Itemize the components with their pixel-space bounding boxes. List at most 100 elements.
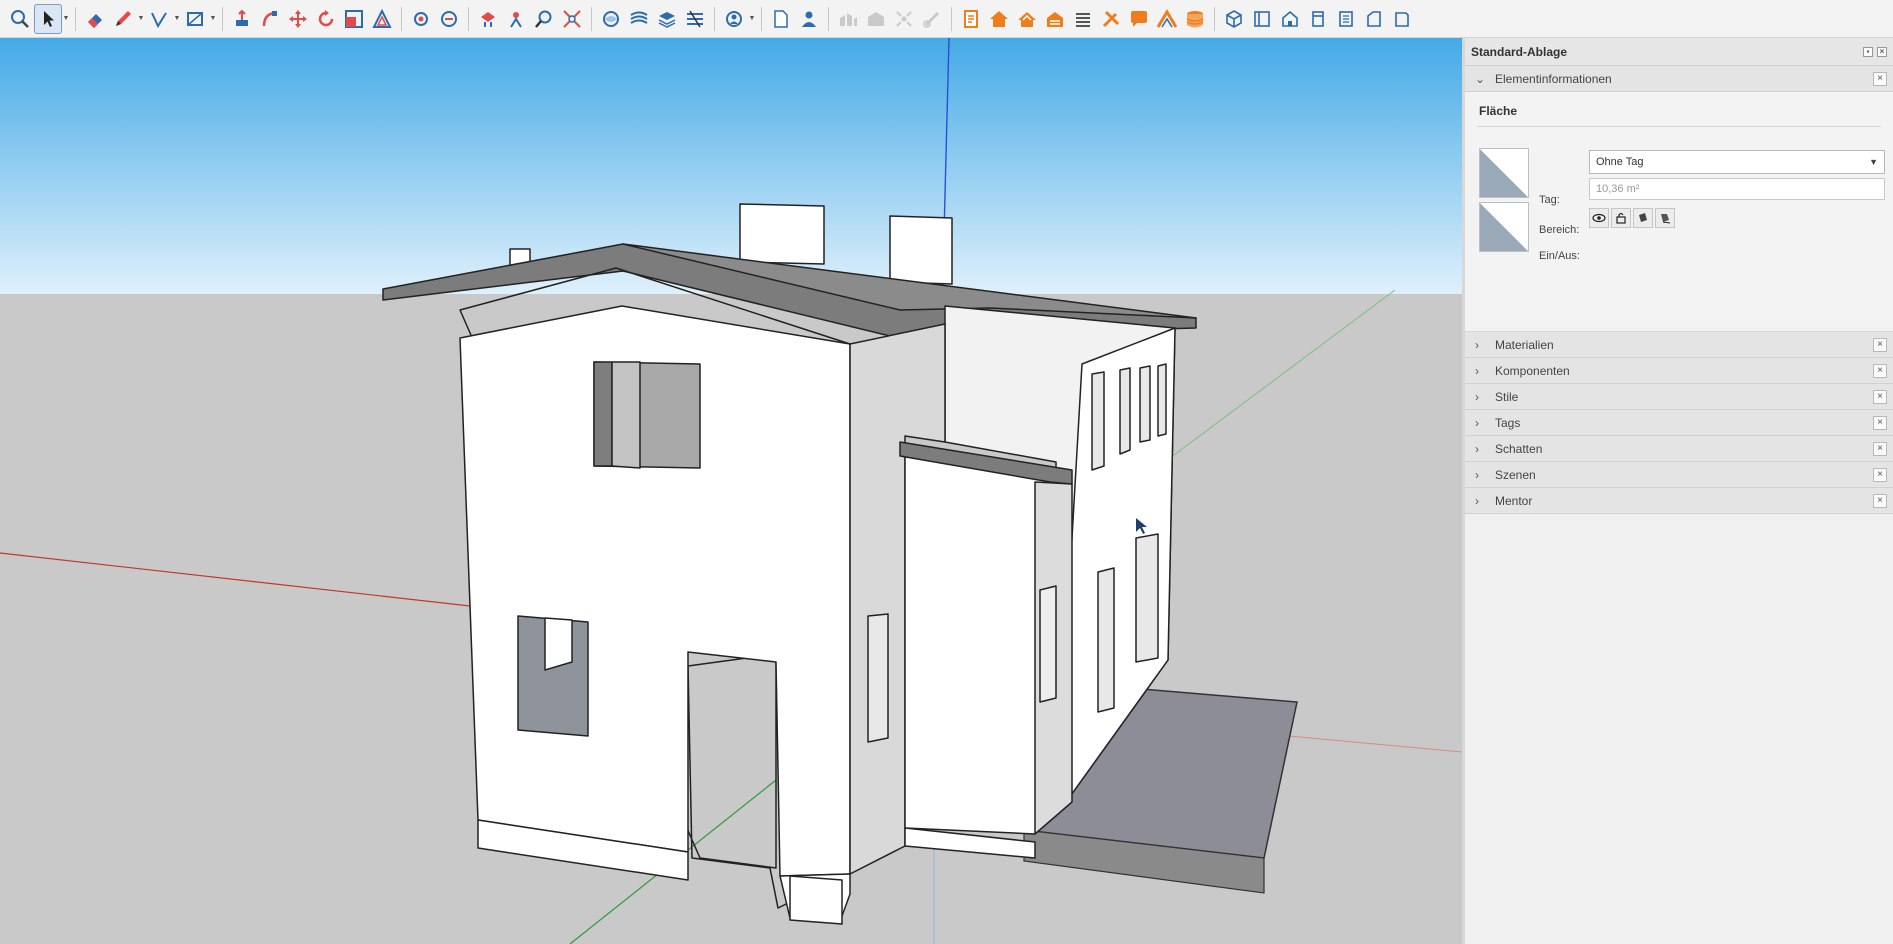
- drape-icon[interactable]: [681, 4, 709, 34]
- push-pull-icon[interactable]: [228, 4, 256, 34]
- area-field: 10,36 m²: [1589, 178, 1885, 200]
- toolbar-divider: [468, 6, 469, 31]
- tray-title-controls: ▪ ×: [1863, 46, 1887, 57]
- house-roof-icon[interactable]: [1013, 4, 1041, 34]
- layers-icon[interactable]: [1181, 4, 1209, 34]
- toolbar-group-select: ▼ ▼ ▼ ▼ ▼: [6, 0, 1416, 38]
- tools-icon[interactable]: [1097, 4, 1125, 34]
- panel-components-header[interactable]: › Komponenten ×: [1465, 358, 1893, 384]
- toolbar-divider: [714, 6, 715, 31]
- chevron-right-icon: ›: [1475, 467, 1479, 482]
- warehouse-dropdown-icon[interactable]: ▼: [748, 4, 756, 34]
- close-icon[interactable]: ×: [1873, 338, 1887, 352]
- close-icon[interactable]: ×: [1873, 494, 1887, 508]
- view-left-icon[interactable]: [1360, 4, 1388, 34]
- chimney-right: [889, 215, 953, 285]
- back-material-swatch[interactable]: [1479, 202, 1529, 252]
- select-dropdown-icon[interactable]: ▼: [62, 4, 70, 34]
- stamp-icon[interactable]: [653, 4, 681, 34]
- select-arrow-icon[interactable]: [34, 3, 62, 34]
- rear-window-3: [1139, 365, 1151, 443]
- cast-shadows-icon[interactable]: [1655, 208, 1675, 228]
- rectangle-icon[interactable]: [181, 4, 209, 34]
- chevron-down-icon: ▼: [1869, 157, 1878, 167]
- close-icon[interactable]: ×: [1873, 416, 1887, 430]
- sandbox-icon[interactable]: [597, 4, 625, 34]
- close-icon[interactable]: ×: [1873, 72, 1887, 86]
- smoove-icon[interactable]: [625, 4, 653, 34]
- view-bottom-icon[interactable]: [1388, 4, 1416, 34]
- move-icon[interactable]: [284, 4, 312, 34]
- line-icon[interactable]: [145, 4, 173, 34]
- front-material-swatch[interactable]: [1479, 148, 1529, 198]
- offset-icon[interactable]: [368, 4, 396, 34]
- house-stack-icon[interactable]: [1041, 4, 1069, 34]
- view-back-icon[interactable]: [1332, 4, 1360, 34]
- view-right-icon[interactable]: [1304, 4, 1332, 34]
- follow-me-icon[interactable]: [256, 4, 284, 34]
- roof-icon[interactable]: [1153, 4, 1181, 34]
- panel-styles-header[interactable]: › Stile ×: [1465, 384, 1893, 410]
- porch-window: [1039, 585, 1057, 703]
- panel-tags-title: Tags: [1495, 415, 1521, 430]
- chat-icon[interactable]: [1125, 4, 1153, 34]
- close-icon[interactable]: ×: [1873, 442, 1887, 456]
- close-icon[interactable]: ×: [1873, 468, 1887, 482]
- look-around-icon[interactable]: [502, 4, 530, 34]
- pan-icon[interactable]: [435, 4, 463, 34]
- chevron-right-icon: ›: [1475, 441, 1479, 456]
- house-icon[interactable]: [985, 4, 1013, 34]
- panel-mentor-title: Mentor: [1495, 493, 1533, 508]
- panel-materials-title: Materialien: [1495, 337, 1554, 352]
- porch-front: [904, 447, 1051, 835]
- view-iso-icon[interactable]: [1220, 4, 1248, 34]
- disabled-tool-icon[interactable]: [918, 4, 946, 34]
- view-front-icon[interactable]: [1276, 4, 1304, 34]
- line-dropdown-icon[interactable]: ▼: [173, 4, 181, 34]
- receive-shadows-icon[interactable]: [1633, 208, 1653, 228]
- close-icon[interactable]: ×: [1873, 364, 1887, 378]
- search-icon[interactable]: [6, 4, 34, 34]
- orbit-icon[interactable]: [407, 4, 435, 34]
- rotate-icon[interactable]: [312, 4, 340, 34]
- tag-select[interactable]: Ohne Tag ▼: [1589, 150, 1885, 174]
- model-viewport[interactable]: [0, 38, 1462, 944]
- panel-scenes-title: Szenen: [1495, 467, 1536, 482]
- disabled-tool-icon[interactable]: [834, 4, 862, 34]
- report-icon[interactable]: [957, 4, 985, 34]
- zoom-extents-icon[interactable]: [558, 4, 586, 34]
- close-icon[interactable]: ×: [1873, 390, 1887, 404]
- pin-icon[interactable]: ▪: [1863, 46, 1873, 57]
- scene-canvas[interactable]: [0, 38, 1462, 944]
- step-block: [789, 875, 843, 925]
- lock-icon[interactable]: [1611, 208, 1631, 228]
- chevron-down-icon: ⌄: [1475, 71, 1486, 86]
- toolbar-divider: [75, 6, 76, 31]
- rectangle-dropdown-icon[interactable]: ▼: [209, 4, 217, 34]
- eraser-icon[interactable]: [81, 4, 109, 34]
- panel-entity-info-header[interactable]: ⌄ Elementinformationen ×: [1465, 66, 1893, 92]
- pencil-dropdown-icon[interactable]: ▼: [137, 4, 145, 34]
- toolbar-divider: [222, 6, 223, 31]
- panel-materials-header[interactable]: › Materialien ×: [1465, 332, 1893, 358]
- panel-tags-header[interactable]: › Tags ×: [1465, 410, 1893, 436]
- visibility-eye-icon[interactable]: [1589, 208, 1609, 228]
- disabled-tool-icon[interactable]: [862, 4, 890, 34]
- view-top-icon[interactable]: [1248, 4, 1276, 34]
- scale-icon[interactable]: [340, 4, 368, 34]
- person-icon[interactable]: [795, 4, 823, 34]
- walk-icon[interactable]: [474, 4, 502, 34]
- panel-mentor-header[interactable]: › Mentor ×: [1465, 488, 1893, 514]
- new-document-icon[interactable]: [767, 4, 795, 34]
- panel-shadows-header[interactable]: › Schatten ×: [1465, 436, 1893, 462]
- tray-close-icon[interactable]: ×: [1877, 46, 1887, 57]
- disabled-tool-icon[interactable]: [890, 4, 918, 34]
- warehouse-icon[interactable]: [720, 4, 748, 34]
- list-icon[interactable]: [1069, 4, 1097, 34]
- toolbar-divider: [591, 6, 592, 31]
- panel-scenes-header[interactable]: › Szenen ×: [1465, 462, 1893, 488]
- rear-window-1: [1091, 371, 1105, 471]
- zoom-icon[interactable]: [530, 4, 558, 34]
- rear-window-2: [1119, 367, 1131, 455]
- pencil-icon[interactable]: [109, 4, 137, 34]
